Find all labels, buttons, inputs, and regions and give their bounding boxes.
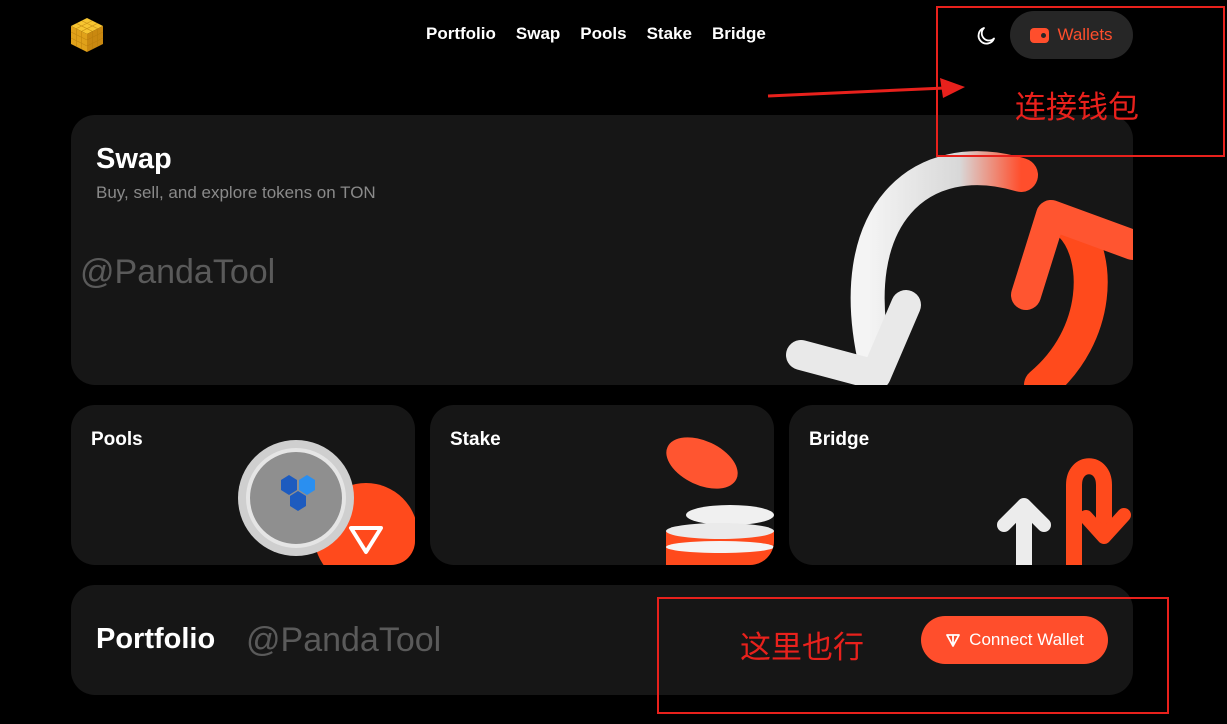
bridge-card-title: Bridge: [809, 429, 870, 450]
nav-portfolio[interactable]: Portfolio: [426, 24, 496, 44]
pools-card-title: Pools: [91, 429, 143, 450]
pools-card[interactable]: Pools: [71, 405, 415, 565]
pool-coins-icon: [238, 440, 415, 565]
logo-icon[interactable]: [69, 16, 105, 54]
nav-bridge[interactable]: Bridge: [712, 24, 766, 44]
nav-pools[interactable]: Pools: [580, 24, 626, 44]
watermark: @PandaTool: [246, 621, 442, 659]
bridge-card[interactable]: Bridge: [789, 405, 1133, 565]
annotation-box-connect: [657, 597, 1169, 714]
swap-card-subtitle: Buy, sell, and explore tokens on TON: [96, 183, 376, 202]
stacked-coins-icon: [666, 437, 774, 565]
main-nav: Portfolio Swap Pools Stake Bridge: [426, 24, 766, 44]
annotation-wallet-note: 连接钱包: [1015, 90, 1139, 126]
stake-card[interactable]: Stake: [430, 405, 774, 565]
swap-card-title: Swap: [96, 143, 172, 175]
portfolio-card-title: Portfolio: [96, 623, 216, 655]
swap-arrows-icon: [786, 151, 1133, 385]
bridge-arrows-icon: [997, 458, 1131, 565]
nav-stake[interactable]: Stake: [647, 24, 692, 44]
nav-swap[interactable]: Swap: [516, 24, 560, 44]
annotation-arrow-icon: [767, 78, 965, 98]
annotation-connect-note: 这里也行: [740, 630, 864, 666]
watermark: @PandaTool: [80, 253, 276, 291]
stake-card-title: Stake: [450, 429, 501, 450]
